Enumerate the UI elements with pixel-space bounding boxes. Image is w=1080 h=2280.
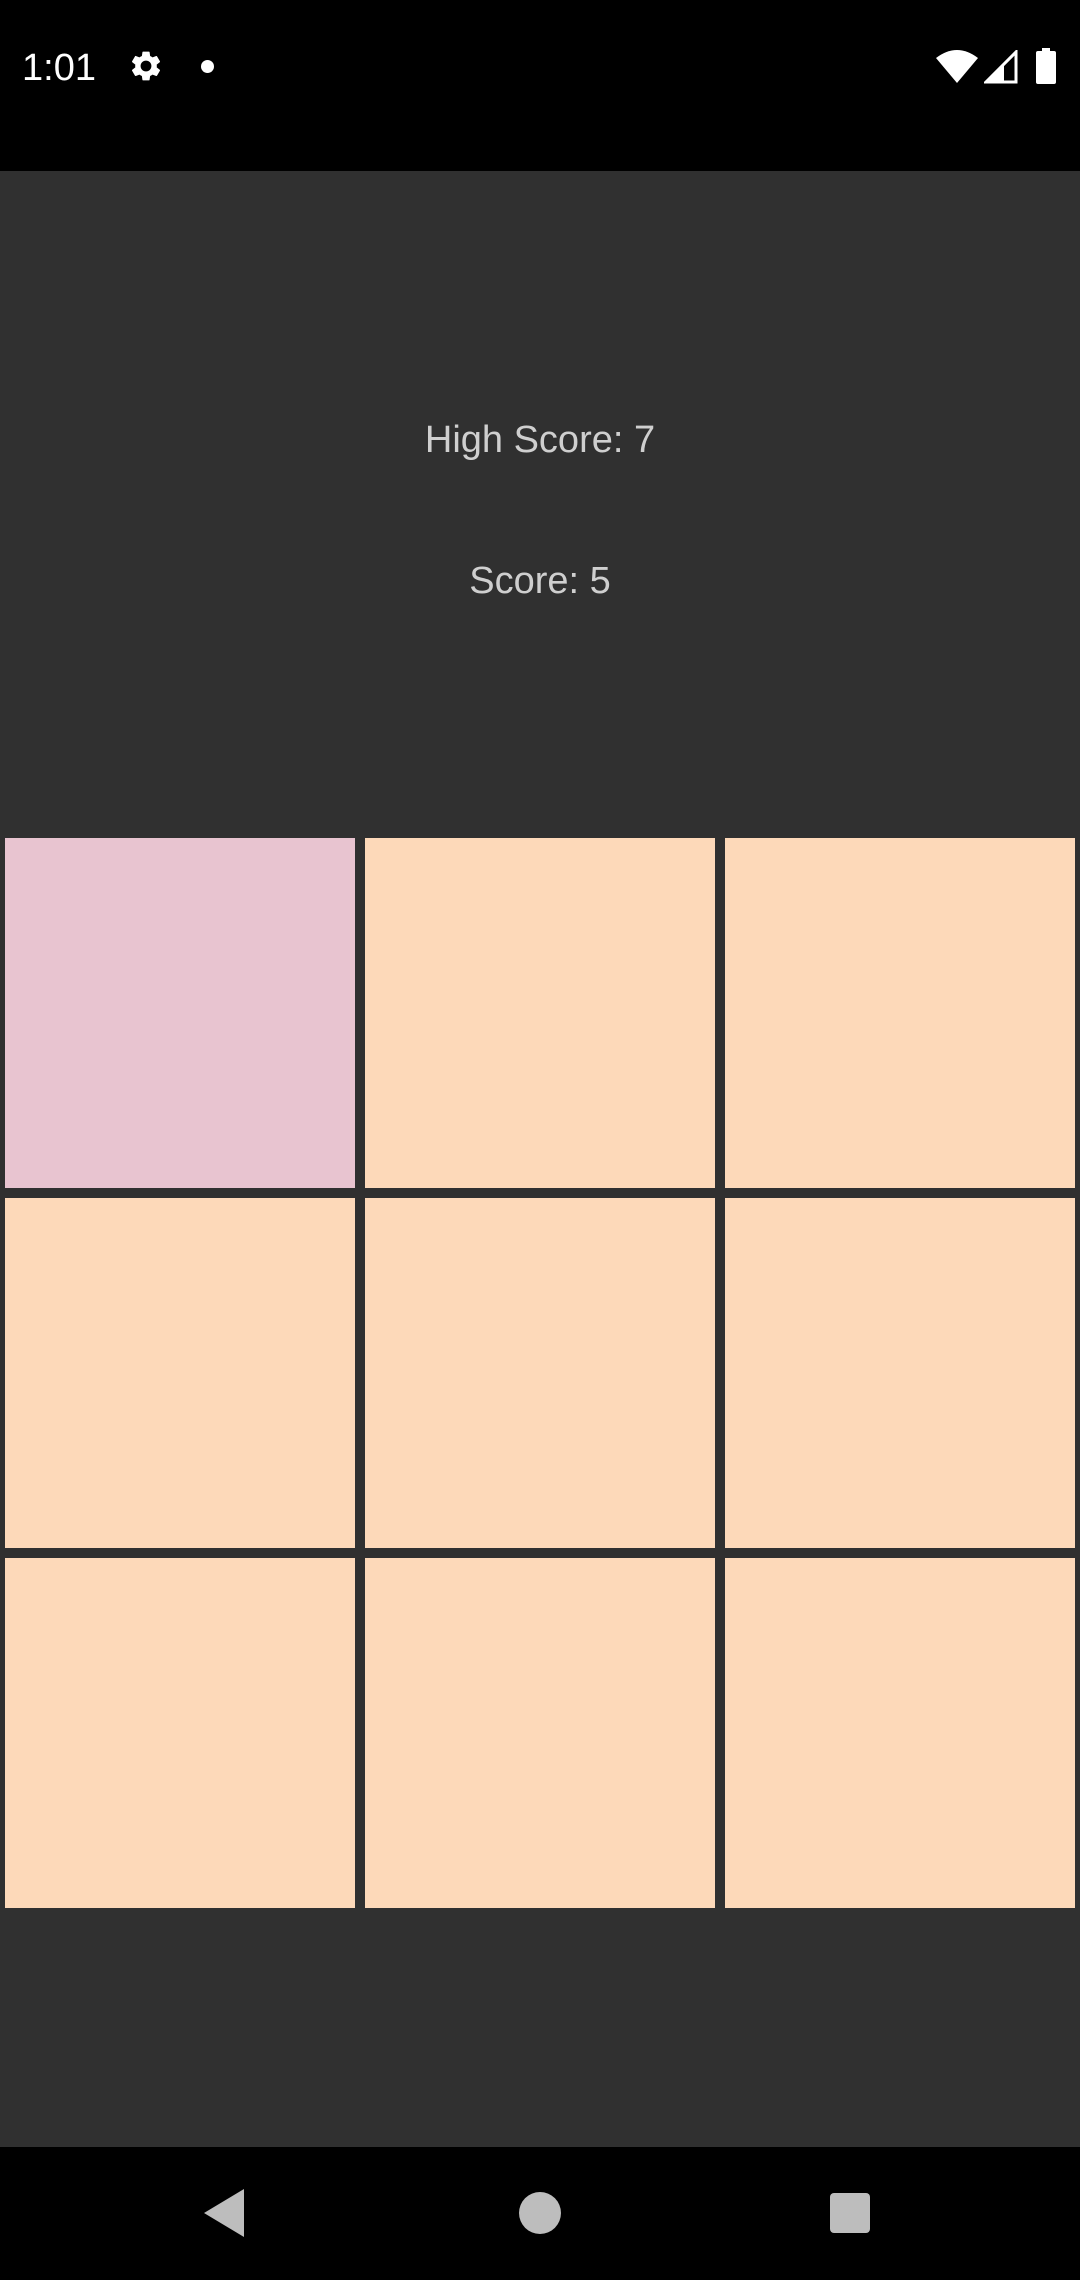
grid-tile-2-0[interactable] bbox=[5, 1558, 355, 1908]
grid-tile-1-2[interactable] bbox=[725, 1198, 1075, 1548]
grid-tile-2-1[interactable] bbox=[365, 1558, 715, 1908]
grid-tile-0-2[interactable] bbox=[725, 838, 1075, 1188]
game-grid bbox=[0, 838, 1080, 1916]
navigation-bar bbox=[0, 2147, 1080, 2280]
notification-dot-icon bbox=[201, 60, 214, 73]
status-time: 1:01 bbox=[22, 47, 96, 89]
battery-icon bbox=[1036, 48, 1056, 84]
status-bar: 1:01 bbox=[0, 0, 1080, 171]
grid-tile-0-0[interactable] bbox=[5, 838, 355, 1188]
high-score-label: High Score: 7 bbox=[0, 415, 1080, 465]
high-score-text: High Score: 7 bbox=[424, 419, 656, 461]
grid-tile-2-2[interactable] bbox=[725, 1558, 1075, 1908]
recents-icon[interactable] bbox=[830, 2193, 870, 2233]
wifi-icon bbox=[936, 50, 978, 83]
grid-tile-1-1[interactable] bbox=[365, 1198, 715, 1548]
grid-tile-1-0[interactable] bbox=[5, 1198, 355, 1548]
score-label: Score: 5 bbox=[0, 556, 1080, 606]
score-text: Score: 5 bbox=[469, 560, 611, 602]
grid-tile-0-1[interactable] bbox=[365, 838, 715, 1188]
gear-icon bbox=[131, 51, 161, 81]
home-icon[interactable] bbox=[519, 2192, 561, 2234]
back-icon[interactable] bbox=[204, 2189, 248, 2237]
signal-icon bbox=[984, 50, 1018, 84]
